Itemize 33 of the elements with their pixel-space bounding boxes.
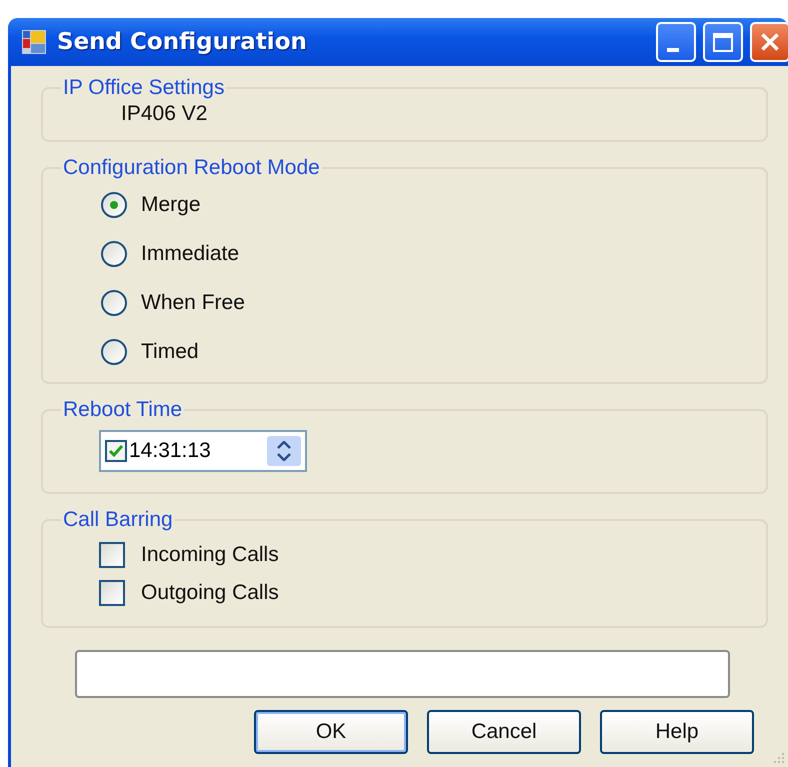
radio-label[interactable]: When Free [141,290,245,314]
group-label: Configuration Reboot Mode [62,156,321,180]
checkbox[interactable] [105,440,127,462]
app-icon [21,29,47,55]
resize-grip-icon [772,751,786,765]
checkbox[interactable] [99,542,125,568]
minimize-icon [667,48,679,52]
radio-label[interactable]: Immediate [141,242,240,266]
checkbox[interactable] [99,580,125,606]
radio-button[interactable] [101,240,127,266]
maximize-button[interactable] [703,22,743,62]
close-icon [761,33,779,51]
radio-button[interactable] [101,290,127,316]
close-button[interactable] [750,22,788,62]
checkbox-label[interactable]: Outgoing Calls [141,581,279,605]
minimize-button[interactable] [656,22,696,62]
window-title: Send Configuration [57,29,307,55]
dialog-button[interactable]: Cancel [427,710,581,754]
time-picker[interactable]: 14:31:13 [99,430,307,472]
maximize-icon [713,32,733,52]
time-value: 14:31:13 [129,439,212,463]
radio-button[interactable] [101,192,127,218]
radio-label[interactable]: Merge [141,192,201,216]
radio-button[interactable] [101,338,127,364]
device-name: IP406 V2 [120,101,208,127]
group-label: Call Barring [62,508,174,532]
dialog-button[interactable]: OK [254,710,408,754]
group-label: Reboot Time [62,398,184,422]
dialog-button[interactable]: Help [600,710,754,754]
spin-button[interactable] [267,436,301,466]
checkbox-label[interactable]: Incoming Calls [141,543,279,567]
radio-label[interactable]: Timed [141,340,199,364]
group-label: IP Office Settings [62,76,226,100]
